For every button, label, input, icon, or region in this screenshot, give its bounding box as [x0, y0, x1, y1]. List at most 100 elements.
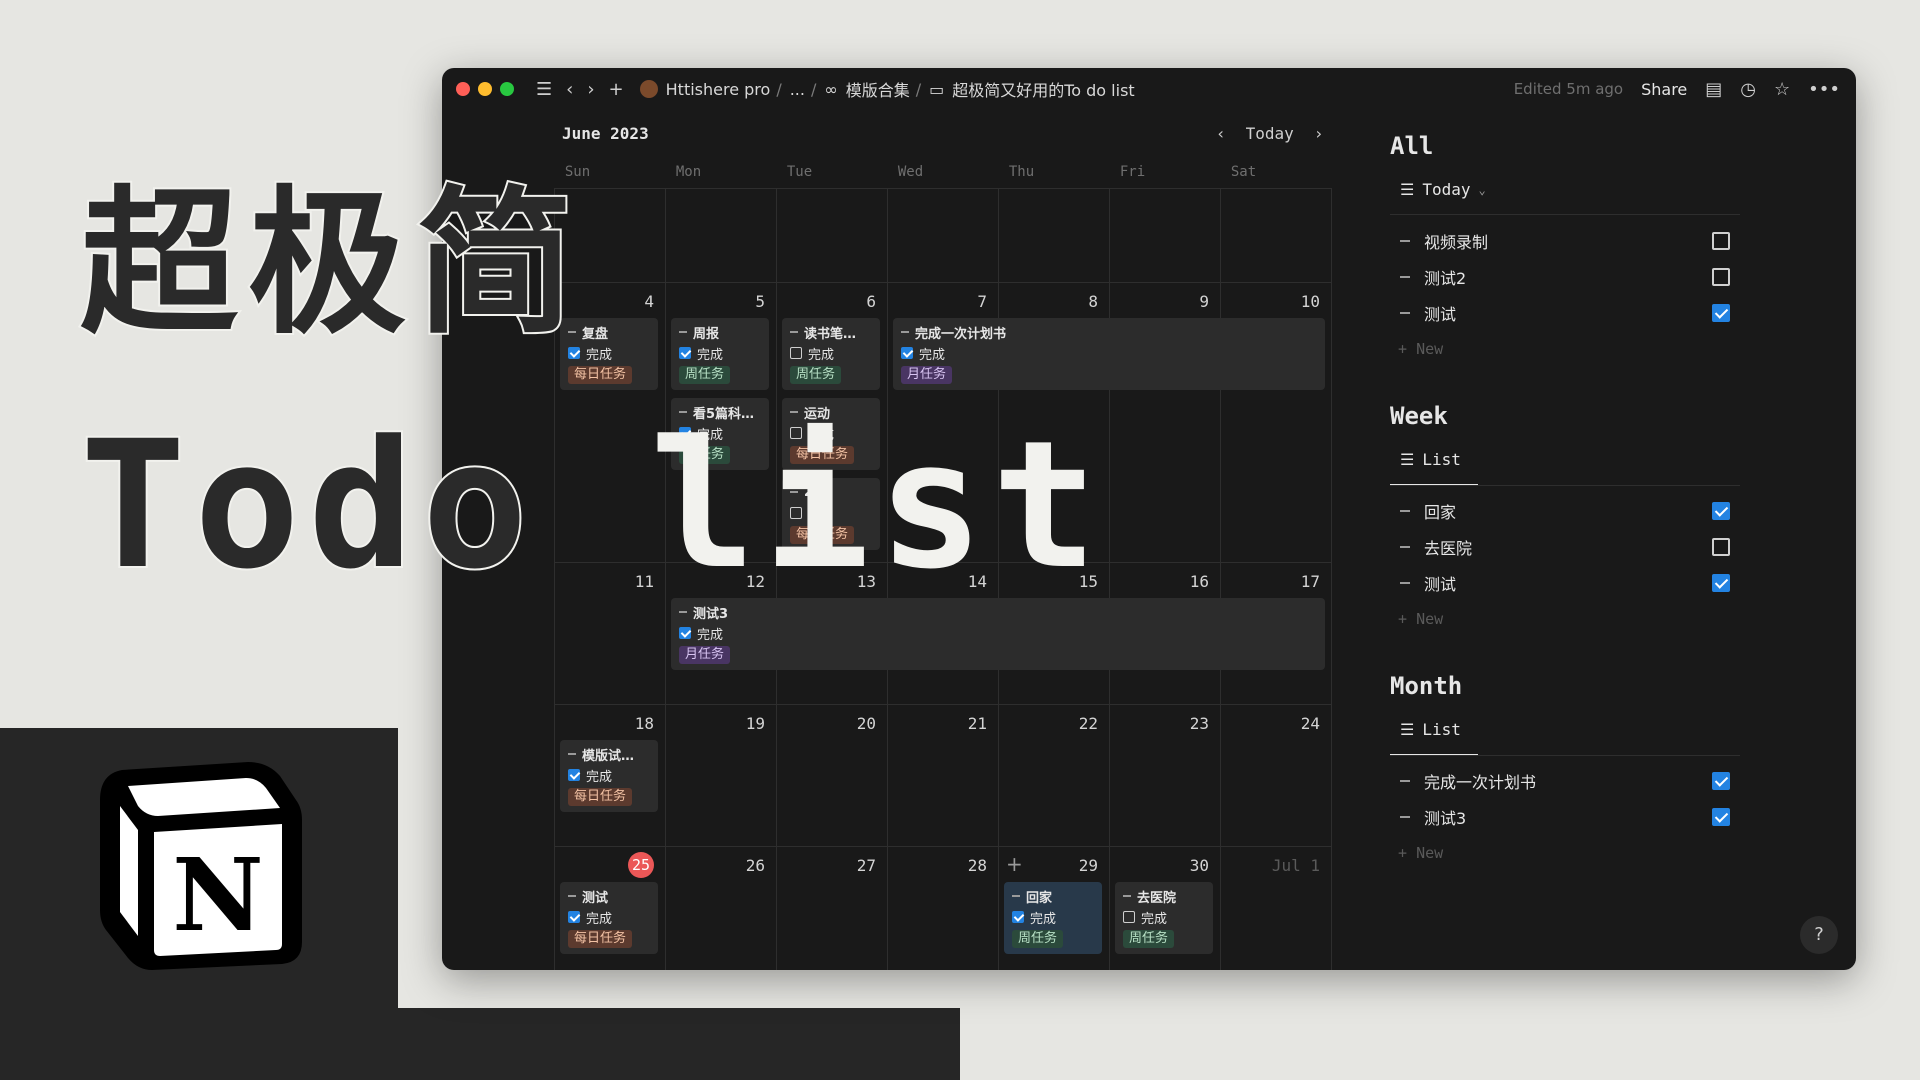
task-item[interactable]: 测试 — [1400, 298, 1730, 328]
grid-line — [1331, 188, 1332, 970]
task-item[interactable]: 视频录制 — [1400, 226, 1730, 256]
day-number[interactable]: 27 — [776, 856, 876, 875]
done-label: 完成 — [586, 769, 613, 785]
task-item[interactable]: 测试2 — [1400, 262, 1730, 292]
event-card[interactable]: 周报 完成 周任务 — [671, 318, 769, 390]
checkbox-checked[interactable] — [679, 627, 691, 639]
minimize-window-button[interactable] — [478, 82, 492, 96]
day-number[interactable]: 30 — [1109, 856, 1209, 875]
event-card[interactable]: 回家 完成 周任务 — [1004, 882, 1102, 954]
page-icon — [568, 895, 576, 897]
event-card[interactable]: 模版试… 完成 每日任务 — [560, 740, 658, 812]
task-item[interactable]: 回家 — [1400, 496, 1730, 526]
more-icon[interactable]: ••• — [1808, 79, 1840, 100]
done-label: 完成 — [1030, 911, 1057, 927]
overlay-subtitle: Todo list — [78, 416, 1106, 596]
task-item[interactable]: 测试 — [1400, 568, 1730, 598]
help-button[interactable]: ? — [1800, 916, 1838, 954]
share-button[interactable]: Share — [1641, 80, 1687, 99]
day-number[interactable]: 7 — [887, 292, 987, 311]
day-number[interactable]: 23 — [1109, 714, 1209, 733]
weekday-label: Sat — [1230, 164, 1257, 180]
view-tab-today[interactable]: ☰ Today ⌄ — [1400, 180, 1486, 199]
next-month-icon[interactable]: › — [1314, 124, 1324, 143]
breadcrumb-separator: / — [776, 79, 782, 99]
event-title: 去医院 — [1137, 890, 1177, 906]
view-tab-list[interactable]: ☰ List — [1400, 450, 1461, 469]
checkbox-checked[interactable] — [901, 347, 913, 359]
weekday-label: Tue — [786, 164, 813, 180]
task-checkbox[interactable] — [1712, 502, 1730, 520]
checkbox-checked[interactable] — [679, 347, 691, 359]
day-number[interactable]: 10 — [1220, 292, 1320, 311]
divider — [1390, 485, 1740, 486]
task-checkbox[interactable] — [1712, 268, 1730, 286]
checkbox-checked[interactable] — [568, 911, 580, 923]
day-number[interactable]: 20 — [776, 714, 876, 733]
page-icon — [790, 331, 798, 333]
task-checkbox[interactable] — [1712, 232, 1730, 250]
breadcrumb-ellipsis[interactable]: ... — [790, 80, 805, 99]
weekday-label: Thu — [1008, 164, 1035, 180]
prev-month-icon[interactable]: ‹ — [1216, 124, 1226, 143]
close-window-button[interactable] — [456, 82, 470, 96]
checkbox-checked[interactable] — [1012, 911, 1024, 923]
day-number[interactable]: 28 — [887, 856, 987, 875]
day-number[interactable]: 24 — [1220, 714, 1320, 733]
page-icon — [1400, 276, 1410, 278]
new-item-button[interactable]: + New — [1398, 610, 1443, 628]
task-checkbox[interactable] — [1712, 772, 1730, 790]
task-checkbox[interactable] — [1712, 538, 1730, 556]
task-item[interactable]: 测试3 — [1400, 802, 1730, 832]
menu-icon[interactable]: ☰ — [536, 79, 552, 100]
new-item-button[interactable]: + New — [1398, 844, 1443, 862]
day-number[interactable]: 22 — [998, 714, 1098, 733]
day-number[interactable]: 16 — [1109, 572, 1209, 591]
overlay-word-list: list — [649, 403, 1106, 608]
task-checkbox[interactable] — [1712, 304, 1730, 322]
day-number[interactable]: 19 — [665, 714, 765, 733]
new-item-button[interactable]: + New — [1398, 340, 1443, 358]
back-arrow-icon[interactable]: ‹ — [566, 79, 573, 100]
breadcrumb-page[interactable]: 超极简又好用的To do list — [952, 77, 1134, 101]
view-tab-list[interactable]: ☰ List — [1400, 720, 1461, 739]
checkbox-checked[interactable] — [568, 769, 580, 781]
breadcrumb-workspace[interactable]: Httishere pro — [666, 80, 771, 99]
event-card[interactable]: 测试3 完成 月任务 — [671, 598, 1325, 670]
day-number[interactable]: 8 — [998, 292, 1098, 311]
day-number[interactable]: Jul 1 — [1220, 856, 1320, 875]
day-number[interactable]: 9 — [1109, 292, 1209, 311]
task-checkbox[interactable] — [1712, 574, 1730, 592]
day-number[interactable]: 17 — [1220, 572, 1320, 591]
task-checkbox[interactable] — [1712, 808, 1730, 826]
day-number[interactable]: 21 — [887, 714, 987, 733]
day-number[interactable]: 18 — [554, 714, 654, 733]
day-number[interactable]: 29 — [998, 856, 1098, 875]
breadcrumb-templates[interactable]: 模版合集 — [846, 77, 910, 101]
add-icon[interactable]: + — [609, 79, 624, 100]
event-card[interactable]: 测试 完成 每日任务 — [560, 882, 658, 954]
history-icon[interactable]: ◷ — [1740, 79, 1756, 100]
checkbox-unchecked[interactable] — [1123, 911, 1135, 923]
new-label: New — [1416, 340, 1444, 358]
day-number[interactable]: 6 — [776, 292, 876, 311]
checkbox-unchecked[interactable] — [790, 347, 802, 359]
today-badge[interactable]: 25 — [628, 852, 654, 878]
view-label: List — [1422, 450, 1461, 469]
day-number-today[interactable]: 25 — [554, 852, 654, 878]
task-label: 测试3 — [1424, 809, 1467, 828]
day-number[interactable]: 26 — [665, 856, 765, 875]
day-number[interactable]: 5 — [665, 292, 765, 311]
event-card[interactable]: 去医院 完成 周任务 — [1115, 882, 1213, 954]
done-label: 完成 — [1141, 911, 1168, 927]
today-button[interactable]: Today — [1246, 124, 1294, 143]
task-item[interactable]: 完成一次计划书 — [1400, 766, 1730, 796]
maximize-window-button[interactable] — [500, 82, 514, 96]
event-card[interactable]: 读书笔… 完成 周任务 — [782, 318, 880, 390]
forward-arrow-icon[interactable]: › — [587, 79, 594, 100]
page-icon — [1400, 510, 1410, 512]
task-item[interactable]: 去医院 — [1400, 532, 1730, 562]
comment-icon[interactable]: ▤ — [1705, 79, 1722, 100]
star-icon[interactable]: ☆ — [1774, 79, 1790, 100]
event-card[interactable]: 完成一次计划书 完成 月任务 — [893, 318, 1325, 390]
